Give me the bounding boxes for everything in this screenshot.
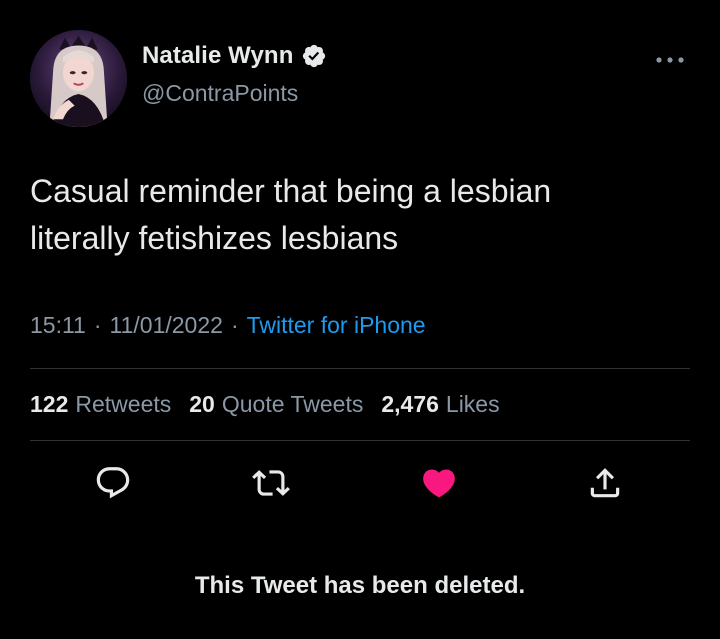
tweet-time[interactable]: 15:11 xyxy=(30,312,86,339)
more-options-icon[interactable] xyxy=(654,55,686,65)
verified-badge-icon xyxy=(303,44,326,68)
share-button[interactable] xyxy=(584,462,626,504)
avatar[interactable] xyxy=(30,30,127,127)
author-handle[interactable]: @ContraPoints xyxy=(142,80,298,107)
author-display-name[interactable]: Natalie Wynn xyxy=(142,42,293,70)
quote-tweets-count: 20 xyxy=(189,391,215,417)
tweet-meta: 15:11 · 11/01/2022 · Twitter for iPhone xyxy=(30,312,426,339)
reply-icon xyxy=(96,467,130,499)
heart-icon xyxy=(423,469,455,498)
tweet-actions xyxy=(0,458,720,508)
quote-tweets-stat[interactable]: 20 Quote Tweets xyxy=(189,391,363,418)
like-button[interactable] xyxy=(418,462,460,504)
share-icon xyxy=(590,468,620,498)
retweet-icon xyxy=(252,470,290,496)
tweet-stats: 122 Retweets 20 Quote Tweets 2,476 Likes xyxy=(30,391,500,418)
tweet-card: Natalie Wynn @ContraPoints Casual remind… xyxy=(0,0,720,639)
tweet-source-link[interactable]: Twitter for iPhone xyxy=(247,312,426,339)
divider xyxy=(30,368,690,369)
meta-separator: · xyxy=(230,312,239,338)
likes-stat[interactable]: 2,476 Likes xyxy=(381,391,499,418)
quote-tweets-label: Quote Tweets xyxy=(221,391,364,417)
likes-count: 2,476 xyxy=(381,391,439,417)
reply-button[interactable] xyxy=(92,462,134,504)
retweets-stat[interactable]: 122 Retweets xyxy=(30,391,171,418)
tweet-text: Casual reminder that being a lesbian lit… xyxy=(30,173,552,256)
divider xyxy=(30,440,690,441)
meta-separator: · xyxy=(93,312,102,338)
deleted-notice: This Tweet has been deleted. xyxy=(194,572,526,599)
author-name-row[interactable]: Natalie Wynn xyxy=(142,42,327,70)
likes-label: Likes xyxy=(445,391,500,417)
profile-photo-icon xyxy=(30,30,127,127)
retweet-button[interactable] xyxy=(250,462,292,504)
tweet-date[interactable]: 11/01/2022 xyxy=(110,312,223,339)
retweets-count: 122 xyxy=(30,391,69,417)
retweets-label: Retweets xyxy=(75,391,172,417)
